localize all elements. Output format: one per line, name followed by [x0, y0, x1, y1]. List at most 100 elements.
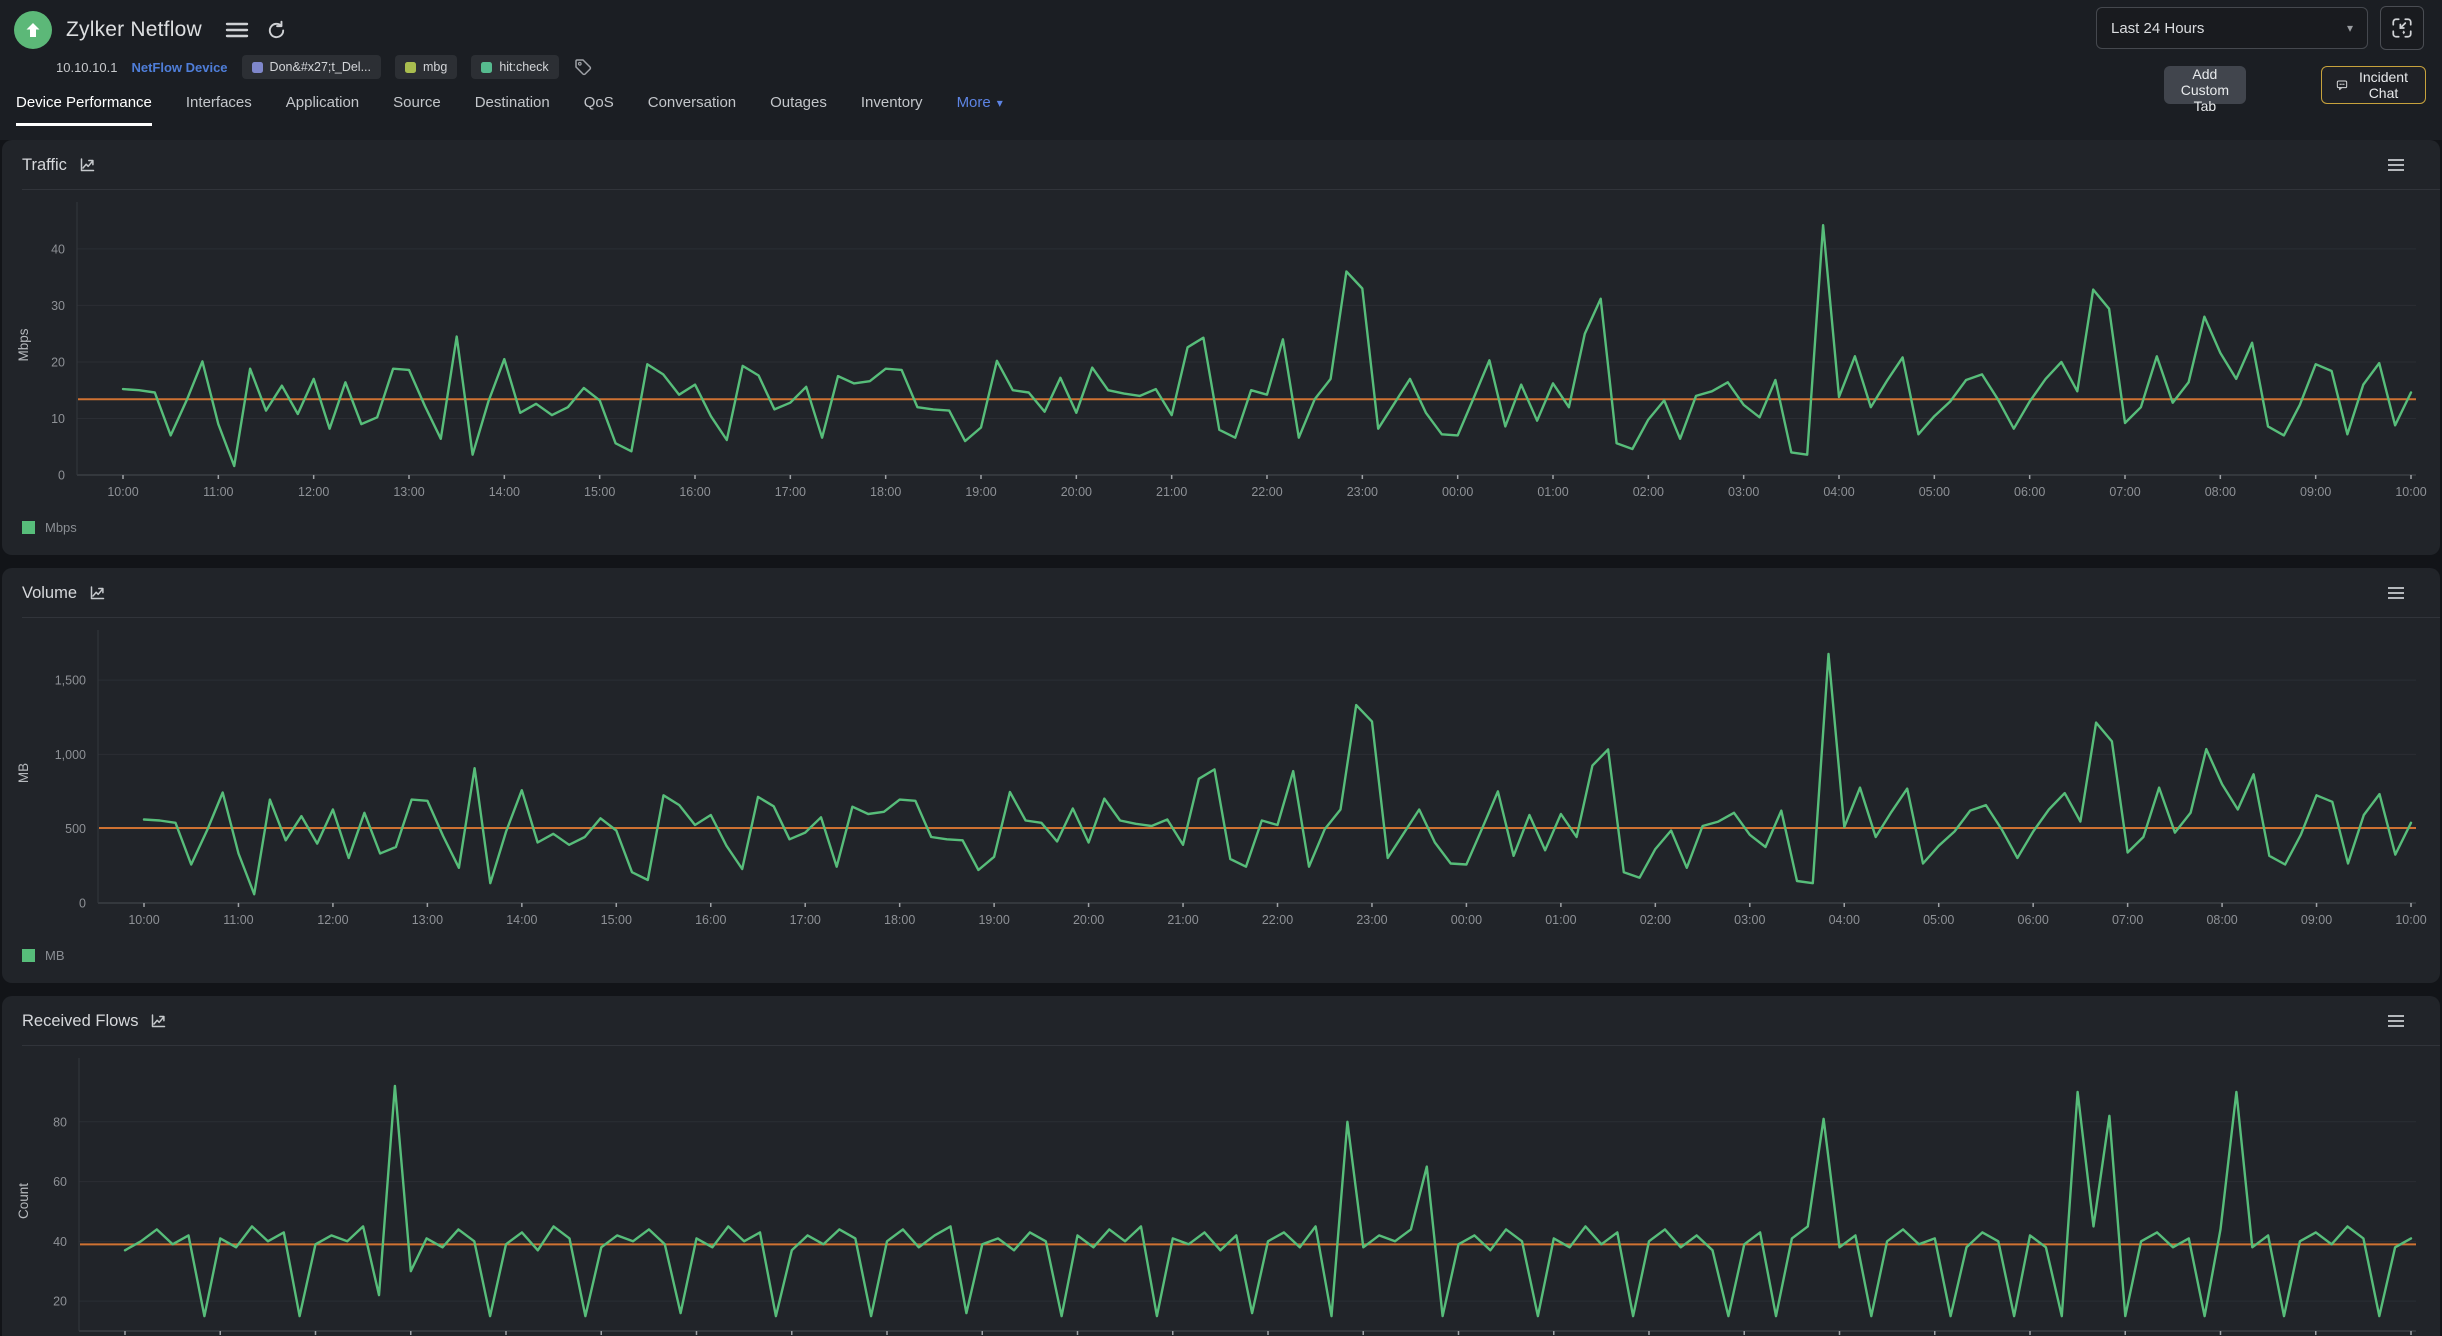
device-menu-button[interactable]	[220, 16, 254, 44]
panel-menu-button[interactable]	[2384, 583, 2408, 603]
svg-text:21:00: 21:00	[1167, 913, 1198, 927]
tag-color-swatch	[405, 62, 416, 73]
svg-text:80: 80	[53, 1115, 67, 1129]
traffic-chart[interactable]: 010203040Mbps10:0011:0012:0013:0014:0015…	[2, 190, 2440, 515]
svg-text:Count: Count	[16, 1183, 31, 1219]
tab-outages[interactable]: Outages	[770, 94, 827, 126]
svg-text:05:00: 05:00	[1923, 913, 1954, 927]
panel-title: Volume	[22, 584, 77, 603]
svg-text:60: 60	[53, 1175, 67, 1189]
svg-text:10:00: 10:00	[2395, 913, 2426, 927]
tag-pill[interactable]: hit:check	[471, 55, 558, 79]
tab-interfaces[interactable]: Interfaces	[186, 94, 252, 126]
svg-text:10:00: 10:00	[128, 913, 159, 927]
svg-text:12:00: 12:00	[298, 485, 329, 499]
tag-color-swatch	[252, 62, 263, 73]
svg-text:19:00: 19:00	[965, 485, 996, 499]
legend-swatch	[22, 521, 35, 534]
panel-header: Received Flows	[2, 996, 2440, 1046]
tab-application[interactable]: Application	[286, 94, 359, 126]
svg-text:13:00: 13:00	[412, 913, 443, 927]
svg-text:16:00: 16:00	[679, 485, 710, 499]
panel-title: Received Flows	[22, 1012, 138, 1031]
tab-conversation[interactable]: Conversation	[648, 94, 736, 126]
tag-pill[interactable]: Don&#x27;t_Del...	[242, 55, 381, 79]
svg-text:Mbps: Mbps	[16, 328, 31, 361]
device-status-up-icon	[14, 11, 52, 49]
refresh-button[interactable]	[262, 16, 291, 45]
add-custom-tab-button[interactable]: Add Custom Tab	[2164, 66, 2246, 104]
svg-text:02:00: 02:00	[1640, 913, 1671, 927]
svg-text:20:00: 20:00	[1061, 485, 1092, 499]
svg-text:07:00: 07:00	[2109, 485, 2140, 499]
svg-text:1,500: 1,500	[55, 674, 86, 688]
svg-text:06:00: 06:00	[2014, 485, 2045, 499]
svg-text:00:00: 00:00	[1451, 913, 1482, 927]
volume-chart[interactable]: 05001,0001,500MB10:0011:0012:0013:0014:0…	[2, 618, 2440, 943]
svg-text:11:00: 11:00	[203, 485, 233, 499]
hamburger-icon	[224, 20, 250, 40]
panel-title: Traffic	[22, 156, 67, 175]
svg-text:09:00: 09:00	[2301, 913, 2332, 927]
expand-chart-icon[interactable]	[78, 156, 96, 174]
svg-text:17:00: 17:00	[775, 485, 806, 499]
svg-text:15:00: 15:00	[601, 913, 632, 927]
svg-text:19:00: 19:00	[978, 913, 1009, 927]
expand-chart-icon[interactable]	[149, 1012, 167, 1030]
panel-menu-button[interactable]	[2384, 155, 2408, 175]
incident-chat-button[interactable]: Incident Chat	[2321, 66, 2426, 104]
svg-text:02:00: 02:00	[1633, 485, 1664, 499]
chart-legend[interactable]: Mbps	[2, 520, 2440, 535]
svg-text:07:00: 07:00	[2112, 913, 2143, 927]
chart-legend[interactable]: MB	[2, 948, 2440, 963]
svg-text:06:00: 06:00	[2018, 913, 2049, 927]
svg-text:1,000: 1,000	[55, 748, 86, 762]
svg-text:18:00: 18:00	[870, 485, 901, 499]
svg-text:00:00: 00:00	[1442, 485, 1473, 499]
svg-text:MB: MB	[16, 763, 31, 783]
received-flows-chart[interactable]: 20406080Count10:0011:0012:0013:0014:0015…	[2, 1046, 2440, 1336]
svg-text:15:00: 15:00	[584, 485, 615, 499]
tab-qos[interactable]: QoS	[584, 94, 614, 126]
svg-text:22:00: 22:00	[1262, 913, 1293, 927]
received-flows-panel: Received Flows 20406080Count10:0011:0012…	[2, 996, 2440, 1336]
svg-text:03:00: 03:00	[1734, 913, 1765, 927]
svg-text:16:00: 16:00	[695, 913, 726, 927]
svg-text:03:00: 03:00	[1728, 485, 1759, 499]
manage-tags-button[interactable]	[569, 53, 597, 81]
tag-label: Don&#x27;t_Del...	[270, 60, 371, 74]
svg-text:08:00: 08:00	[2205, 485, 2236, 499]
expand-chart-icon[interactable]	[88, 584, 106, 602]
tag-icon	[573, 57, 593, 77]
panel-menu-button[interactable]	[2384, 1011, 2408, 1031]
svg-text:500: 500	[65, 822, 86, 836]
refresh-icon	[266, 20, 287, 41]
svg-text:23:00: 23:00	[1347, 485, 1378, 499]
svg-text:08:00: 08:00	[2206, 913, 2237, 927]
tab-destination[interactable]: Destination	[475, 94, 550, 126]
up-arrow-icon	[23, 20, 43, 40]
panel-header: Traffic	[2, 140, 2440, 190]
tab-source[interactable]: Source	[393, 94, 441, 126]
svg-text:18:00: 18:00	[884, 913, 915, 927]
tab-inventory[interactable]: Inventory	[861, 94, 923, 126]
time-range-select[interactable]: Last 24 Hours ▾	[2096, 7, 2368, 49]
svg-text:01:00: 01:00	[1537, 485, 1568, 499]
svg-text:04:00: 04:00	[1823, 485, 1854, 499]
legend-label: MB	[45, 948, 65, 963]
svg-text:10:00: 10:00	[107, 485, 138, 499]
tab-more[interactable]: More ▾	[957, 94, 1003, 126]
snapshot-button[interactable]	[2380, 6, 2424, 50]
panel-header: Volume	[2, 568, 2440, 618]
legend-label: Mbps	[45, 520, 77, 535]
tag-pill[interactable]: mbg	[395, 55, 457, 79]
svg-text:20:00: 20:00	[1073, 913, 1104, 927]
device-meta-row: 10.10.10.1 NetFlow Device Don&#x27;t_Del…	[56, 54, 2442, 80]
svg-text:10:00: 10:00	[2395, 485, 2426, 499]
traffic-panel: Traffic 010203040Mbps10:0011:0012:0013:0…	[2, 140, 2440, 555]
tab-device-performance[interactable]: Device Performance	[16, 94, 152, 126]
svg-text:30: 30	[51, 299, 65, 313]
tag-color-swatch	[481, 62, 492, 73]
tag-label: hit:check	[499, 60, 548, 74]
device-type-link[interactable]: NetFlow Device	[131, 60, 227, 75]
